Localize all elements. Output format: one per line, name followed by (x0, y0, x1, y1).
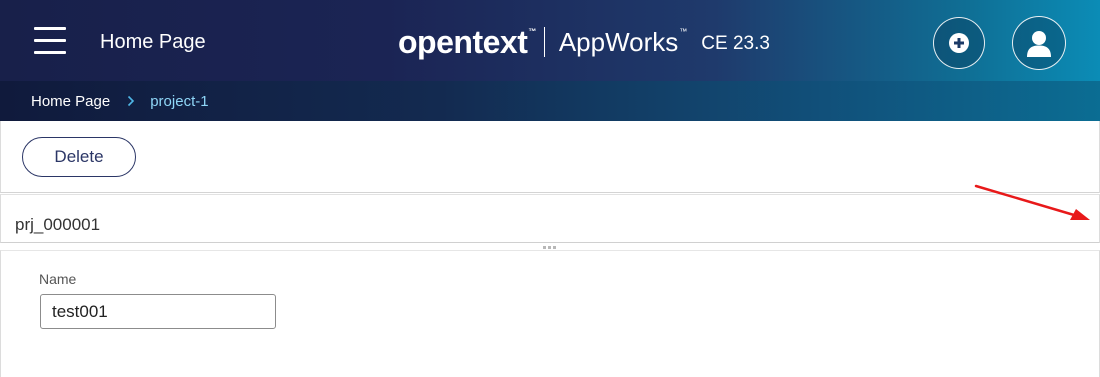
app-header: Home Page opentext™ AppWorks™ CE 23.3 (0, 0, 1100, 81)
name-input[interactable] (40, 294, 276, 329)
page-title: Home Page (100, 31, 206, 53)
brand-product-tm: ™ (679, 27, 688, 36)
breadcrumb-home-link[interactable]: Home Page (31, 93, 110, 110)
hamburger-menu-icon[interactable] (34, 27, 66, 55)
brand-logo-text: opentext (398, 24, 528, 60)
brand-logo-tm: ™ (528, 27, 536, 36)
brand-divider (543, 27, 545, 57)
chevron-right-icon (127, 95, 135, 107)
action-toolbar: Delete (0, 121, 1100, 193)
opentext-logo: opentext™ (398, 24, 536, 60)
brand-product: AppWorks™ (559, 27, 687, 57)
brand-logo: opentext™ AppWorks™ CE 23.3 (398, 22, 770, 62)
user-profile-button[interactable] (1012, 16, 1066, 70)
record-header: prj_000001 (0, 194, 1100, 243)
form-panel: Name (0, 250, 1100, 377)
add-button[interactable] (933, 17, 985, 69)
user-icon (1027, 31, 1051, 57)
delete-button[interactable]: Delete (22, 137, 136, 177)
brand-product-name: AppWorks (558, 27, 679, 57)
record-id: prj_000001 (15, 215, 101, 234)
plus-circle-icon (949, 33, 969, 53)
brand-version: CE 23.3 (701, 33, 770, 54)
name-field-label: Name (39, 271, 77, 287)
breadcrumb-current: project-1 (150, 92, 209, 110)
breadcrumb: Home Page project-1 (0, 81, 1100, 121)
